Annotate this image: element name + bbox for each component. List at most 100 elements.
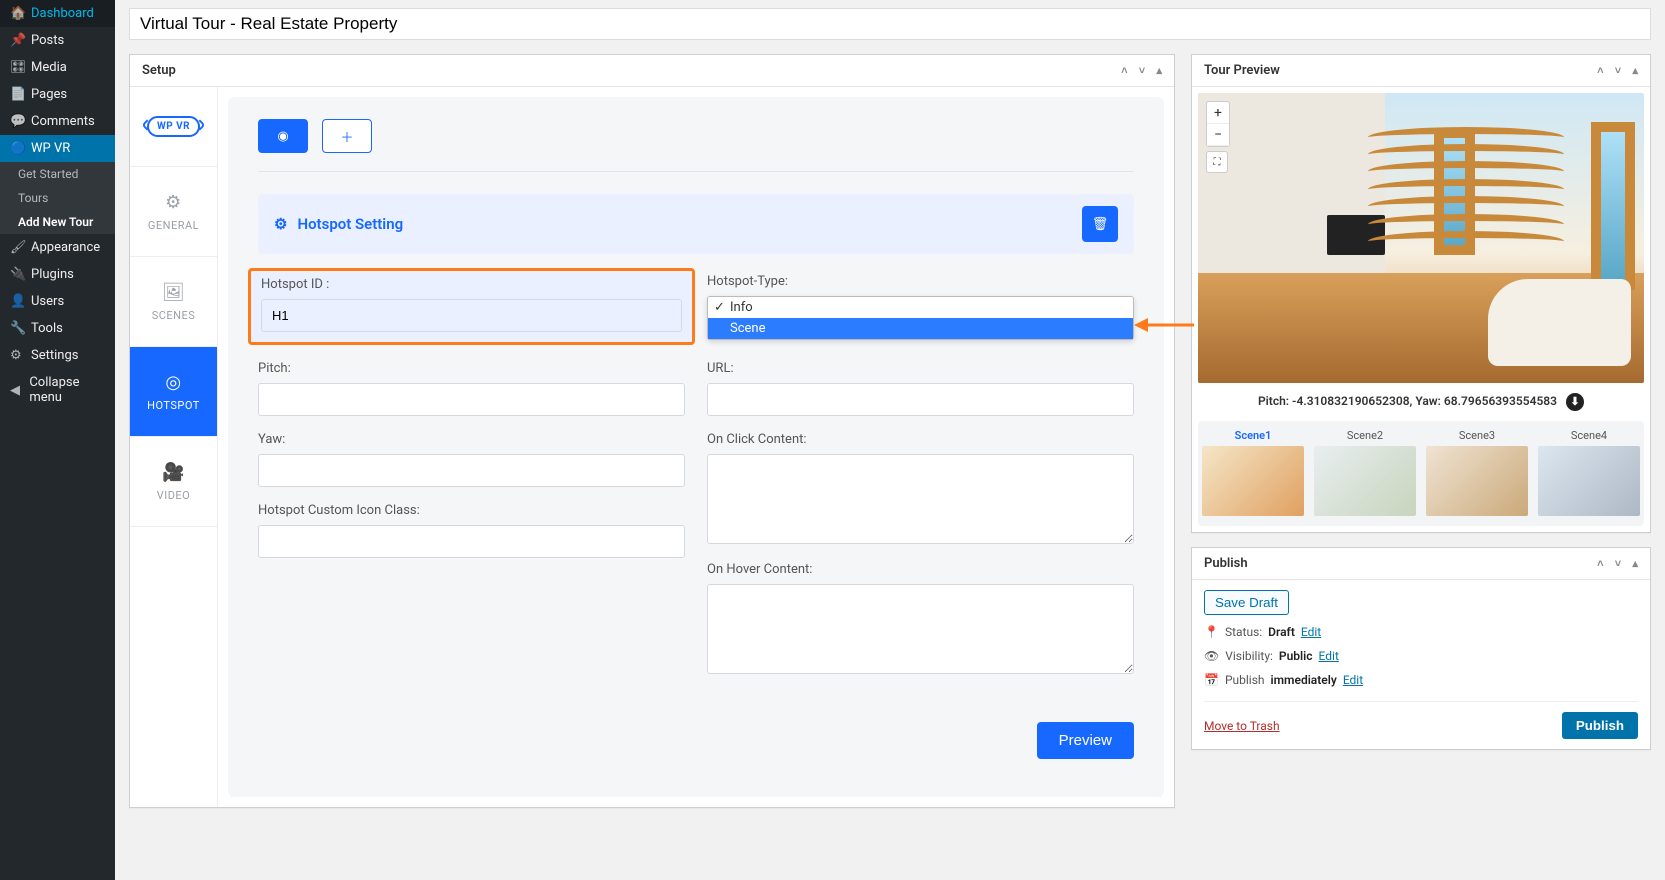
pitch-input[interactable]	[258, 383, 685, 416]
setting-title: Hotspot Setting	[297, 215, 403, 233]
edit-visibility-link[interactable]: Edit	[1319, 649, 1339, 663]
nav-users[interactable]: 👤Users	[0, 288, 115, 315]
hotspot-type-label: Hotspot-Type:	[707, 274, 1134, 289]
nav-appearance[interactable]: 🖌Appearance	[0, 234, 115, 261]
download-coords-button[interactable]: ⬇	[1566, 393, 1584, 411]
metabox-up-icon[interactable]: ˄	[1121, 64, 1127, 77]
nav-plugins[interactable]: 🔌Plugins	[0, 261, 115, 288]
scene-thumb-2[interactable]: Scene2	[1314, 425, 1416, 516]
zoom-out-button[interactable]: −	[1207, 124, 1229, 146]
nav-wpvr-submenu: Get Started Tours Add New Tour	[0, 162, 115, 234]
zoom-in-button[interactable]: +	[1207, 102, 1229, 124]
delete-hotspot-button[interactable]: 🗑	[1082, 206, 1118, 242]
eye-icon: 👁	[1204, 649, 1219, 663]
annotation-arrow	[1134, 311, 1194, 341]
metabox-up-icon[interactable]: ˄	[1597, 557, 1603, 570]
nav-wpvr[interactable]: 🔵WP VR	[0, 135, 115, 162]
pano-zoom-controls: + −	[1206, 101, 1230, 147]
pin-icon: 📌	[10, 33, 24, 48]
plugins-icon: 🔌	[10, 267, 24, 282]
save-draft-button[interactable]: Save Draft	[1204, 590, 1289, 615]
nav-tools[interactable]: 🔧Tools	[0, 315, 115, 342]
metabox-up-icon[interactable]: ˄	[1597, 64, 1603, 77]
wpvr-logo: WP VR	[130, 87, 217, 167]
edit-schedule-link[interactable]: Edit	[1343, 673, 1363, 687]
metabox-toggle-icon[interactable]: ▴	[1632, 557, 1638, 570]
metabox-toggle-icon[interactable]: ▴	[1632, 64, 1638, 77]
trash-icon: 🗑	[1092, 217, 1109, 232]
nav-posts[interactable]: 📌Posts	[0, 27, 115, 54]
hotspot-id-label: Hotspot ID :	[261, 277, 682, 292]
onhover-label: On Hover Content:	[707, 562, 1134, 577]
nav-pages[interactable]: 📄Pages	[0, 81, 115, 108]
target-icon: ◎	[165, 372, 181, 393]
hotspot-id-highlight: Hotspot ID :	[248, 268, 695, 345]
panorama-viewer[interactable]: + − ⛶	[1198, 93, 1644, 383]
scene-thumb-3[interactable]: Scene3	[1426, 425, 1528, 516]
icon-class-input[interactable]	[258, 525, 685, 558]
appearance-icon: 🖌	[10, 240, 24, 255]
pitch-label: Pitch:	[258, 361, 685, 376]
onclick-textarea[interactable]	[707, 454, 1134, 544]
metabox-down-icon[interactable]: ˅	[1615, 557, 1621, 570]
key-icon: 📍	[1204, 625, 1219, 639]
comment-icon: 💬	[10, 114, 24, 129]
users-icon: 👤	[10, 294, 24, 309]
post-title-input[interactable]	[129, 8, 1651, 40]
settings-icon: ⚙	[10, 348, 24, 363]
tab-scenes[interactable]: 🖼 SCENES	[130, 257, 217, 347]
tools-icon: 🔧	[10, 321, 24, 336]
hotspot-type-option-scene[interactable]: Scene	[708, 318, 1133, 339]
hotspot-id-input[interactable]	[261, 299, 682, 332]
subnav-get-started[interactable]: Get Started	[0, 162, 115, 186]
url-input[interactable]	[707, 383, 1134, 416]
metabox-down-icon[interactable]: ˅	[1615, 64, 1621, 77]
wpvr-icon: 🔵	[10, 141, 24, 156]
hotspot-type-dropdown[interactable]: Info Scene	[707, 296, 1134, 340]
fullscreen-button[interactable]: ⛶	[1206, 151, 1228, 173]
scene-thumb-1[interactable]: Scene1	[1202, 425, 1304, 516]
calendar-icon: 📅	[1204, 673, 1219, 687]
yaw-label: Yaw:	[258, 432, 685, 447]
publish-title: Publish	[1204, 556, 1248, 571]
video-icon: 🎥	[162, 462, 185, 483]
collapse-icon: ◀	[10, 383, 22, 398]
tab-general[interactable]: ⚙ GENERAL	[130, 167, 217, 257]
preview-button[interactable]: Preview	[1037, 722, 1134, 759]
admin-sidebar: 🏠Dashboard 📌Posts 🎛Media 📄Pages 💬Comment…	[0, 0, 115, 880]
hotspot-type-option-info[interactable]: Info	[708, 297, 1133, 318]
setup-title: Setup	[142, 63, 176, 78]
target-icon: ◉	[277, 129, 288, 144]
gear-icon: ⚙	[165, 192, 182, 213]
nav-settings[interactable]: ⚙Settings	[0, 342, 115, 369]
tab-video[interactable]: 🎥 VIDEO	[130, 437, 217, 527]
subnav-add-new-tour[interactable]: Add New Tour	[0, 210, 115, 234]
coord-readout: Pitch: -4.310832190652308, Yaw: 68.79656…	[1198, 383, 1644, 421]
publish-button[interactable]: Publish	[1562, 712, 1638, 739]
hotspot-target-button[interactable]: ◉	[258, 119, 308, 153]
edit-status-link[interactable]: Edit	[1301, 625, 1321, 639]
dashboard-icon: 🏠	[10, 6, 24, 21]
subnav-tours[interactable]: Tours	[0, 186, 115, 210]
nav-dashboard[interactable]: 🏠Dashboard	[0, 0, 115, 27]
onclick-label: On Click Content:	[707, 432, 1134, 447]
url-label: URL:	[707, 361, 1134, 376]
yaw-input[interactable]	[258, 454, 685, 487]
icon-class-label: Hotspot Custom Icon Class:	[258, 503, 685, 518]
gear-icon: ⚙	[274, 215, 287, 233]
metabox-toggle-icon[interactable]: ▴	[1156, 64, 1162, 77]
setup-metabox: Setup ˄ ˅ ▴ WP VR	[129, 54, 1175, 808]
onhover-textarea[interactable]	[707, 584, 1134, 674]
page-icon: 📄	[10, 87, 24, 102]
plus-icon: ＋	[340, 127, 353, 146]
tab-hotspot[interactable]: ◎ HOTSPOT	[130, 347, 217, 437]
nav-collapse[interactable]: ◀Collapse menu	[0, 369, 115, 411]
media-icon: 🎛	[10, 60, 24, 75]
nav-comments[interactable]: 💬Comments	[0, 108, 115, 135]
metabox-down-icon[interactable]: ˅	[1139, 64, 1145, 77]
hotspot-add-button[interactable]: ＋	[322, 119, 372, 153]
scene-thumb-4[interactable]: Scene4	[1538, 425, 1640, 516]
nav-media[interactable]: 🎛Media	[0, 54, 115, 81]
move-to-trash-link[interactable]: Move to Trash	[1204, 719, 1280, 733]
publish-metabox: Publish ˄ ˅ ▴ Save Draft 📍 Status: Draft…	[1191, 547, 1651, 750]
